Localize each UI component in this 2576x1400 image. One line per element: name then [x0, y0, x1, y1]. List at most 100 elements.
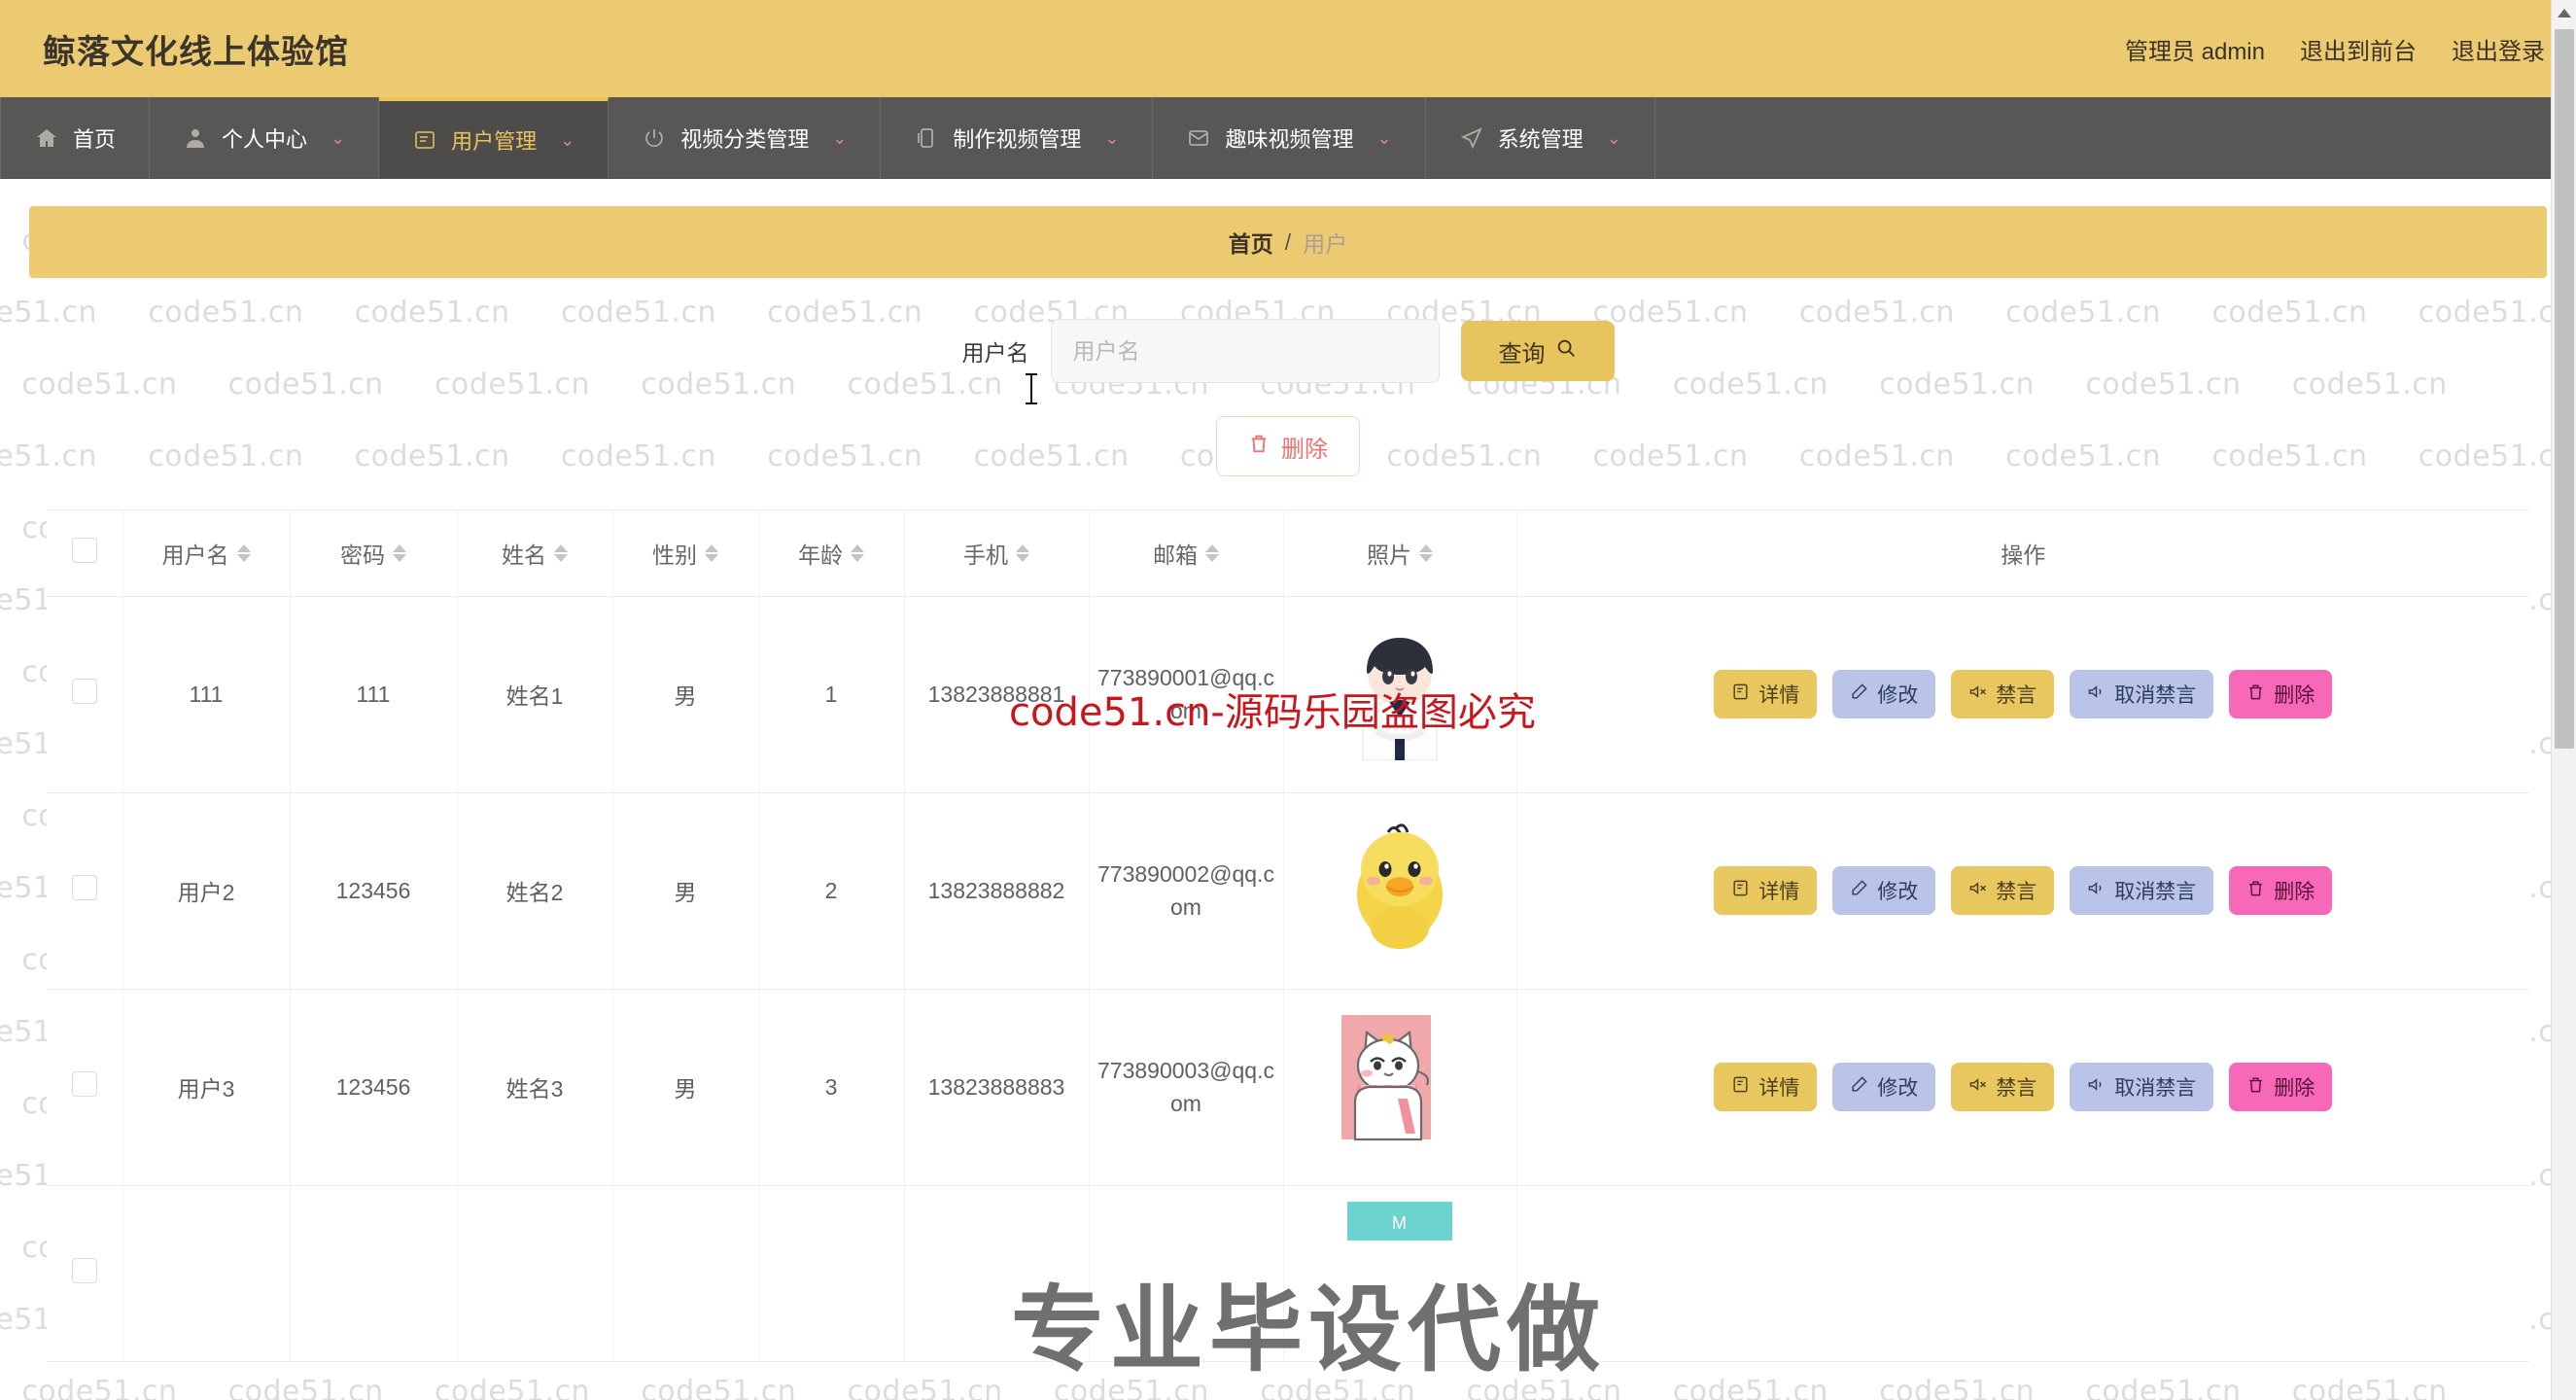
cell-actions: 详情 修改 禁言 取消禁言 删除: [1516, 596, 2529, 793]
main-navigation: 首页 个人中心 ⌄ 用户管理 ⌄ 视频分类管理 ⌄ 制作视频管理 ⌄ 趣味视频管理 ⌄ 系统管理 ⌄: [0, 97, 2576, 179]
scroll-up-button[interactable]: [2552, 0, 2576, 25]
scrollbar-thumb[interactable]: [2555, 29, 2574, 749]
table-body: 111 111 姓名1 男 1 13823888881 773890001@qq.com 详情…: [47, 596, 2529, 1362]
table-header-password[interactable]: 密码: [290, 510, 458, 597]
bulk-delete-button[interactable]: 删除: [1216, 416, 1360, 476]
cell-value: 姓名2: [505, 880, 564, 905]
search-input[interactable]: [1050, 319, 1440, 383]
nav-item-2[interactable]: 用户管理 ⌄: [379, 97, 609, 178]
detail-label: 详情: [1758, 684, 1800, 707]
table-header-age[interactable]: 年龄: [758, 510, 905, 597]
table-header-label: 用户名: [161, 542, 229, 568]
unmute-button[interactable]: 取消禁言: [2070, 670, 2214, 718]
cell-photo[interactable]: [1283, 792, 1517, 990]
detail-button[interactable]: 详情: [1714, 670, 1818, 718]
cell-value: 123456: [335, 877, 411, 903]
sort-arrows-icon[interactable]: [1419, 543, 1433, 562]
chevron-down-icon: ⌄: [1606, 127, 1621, 148]
detail-button[interactable]: 详情: [1714, 866, 1818, 915]
cell-value: 123456: [335, 1073, 411, 1100]
table-header-gender[interactable]: 性别: [612, 510, 759, 597]
query-button[interactable]: 查询: [1460, 321, 1615, 381]
delete-button[interactable]: 删除: [2229, 670, 2333, 718]
table-header-name[interactable]: 姓名: [457, 510, 613, 597]
unmute-button[interactable]: 取消禁言: [2070, 866, 2214, 915]
user-avatar[interactable]: M: [1341, 1201, 1458, 1340]
user-avatar[interactable]: [1341, 819, 1458, 957]
row-checkbox-cell: [47, 1185, 123, 1362]
detail-label: 详情: [1758, 1077, 1800, 1100]
sort-arrows-icon[interactable]: [1205, 543, 1219, 562]
table-header-username[interactable]: 用户名: [122, 510, 291, 597]
edit-button[interactable]: 修改: [1832, 670, 1936, 718]
user-avatar[interactable]: [1341, 622, 1458, 760]
nav-item-6[interactable]: 系统管理 ⌄: [1426, 97, 1655, 178]
user-table-container: 用户名 密码 姓名 性别 年龄 手机 邮箱 照片 操作 111 111 姓名1 男 1 138238888…: [47, 509, 2529, 1362]
nav-item-5[interactable]: 趣味视频管理 ⌄: [1153, 97, 1426, 178]
nav-item-label: 个人中心: [222, 126, 308, 152]
row-checkbox[interactable]: [71, 1257, 97, 1283]
sort-arrows-icon[interactable]: [705, 543, 718, 562]
row-checkbox-cell: [47, 792, 123, 990]
select-all-checkbox[interactable]: [71, 537, 97, 563]
cell-photo[interactable]: [1283, 596, 1517, 793]
sort-arrows-icon[interactable]: [1016, 543, 1029, 562]
mute-button[interactable]: 禁言: [1951, 1063, 2055, 1111]
envelope-icon: [1186, 125, 1211, 151]
cell-photo[interactable]: [1283, 989, 1517, 1186]
nav-item-4[interactable]: 制作视频管理 ⌄: [881, 97, 1154, 178]
detail-button[interactable]: 详情: [1714, 1063, 1818, 1111]
cell-value: 用户2: [177, 880, 235, 905]
trash-icon: [1248, 433, 1270, 461]
nav-item-0[interactable]: 首页: [0, 97, 151, 178]
delete-button[interactable]: 删除: [2229, 866, 2333, 915]
page-scrollbar[interactable]: [2551, 0, 2576, 1400]
sort-arrows-icon[interactable]: [236, 543, 251, 562]
search-bar: 用户名 查询: [0, 319, 2576, 383]
breadcrumb-home[interactable]: 首页: [1229, 226, 1273, 259]
nav-item-1[interactable]: 个人中心 ⌄: [150, 97, 380, 178]
unmute-button[interactable]: 取消禁言: [2070, 1063, 2214, 1111]
mute-button[interactable]: 禁言: [1951, 670, 2055, 718]
user-avatar[interactable]: [1341, 1015, 1458, 1153]
row-checkbox[interactable]: [71, 875, 97, 900]
table-row: 111 111 姓名1 男 1 13823888881 773890001@qq.com 详情…: [47, 596, 2529, 793]
sort-arrows-icon[interactable]: [393, 543, 406, 562]
row-checkbox[interactable]: [71, 1071, 97, 1097]
table-header-email[interactable]: 邮箱: [1089, 510, 1284, 597]
text-cursor: [1026, 373, 1037, 404]
cell-value: 773890003@qq.com: [1097, 1057, 1274, 1117]
table-header-label: 性别: [652, 542, 697, 568]
svg-text:M: M: [1392, 1213, 1407, 1233]
paper-plane-icon: [1459, 125, 1484, 151]
cell-value: 1: [824, 681, 838, 707]
sort-arrows-icon[interactable]: [851, 543, 864, 562]
sort-arrows-icon[interactable]: [554, 543, 568, 562]
cell-phone: [904, 1185, 1090, 1362]
edit-button[interactable]: 修改: [1832, 866, 1936, 915]
cell-name: 姓名3: [457, 989, 613, 1186]
cell-age: 1: [758, 596, 905, 793]
table-header-phone[interactable]: 手机: [904, 510, 1090, 597]
table-row: M: [47, 1185, 2529, 1362]
unmute-icon: [2087, 1075, 2106, 1100]
cell-photo[interactable]: M: [1283, 1185, 1517, 1362]
watermark-tile: code51.cn: [0, 943, 21, 977]
watermark-tile: code51.cn: [2291, 1375, 2448, 1400]
cell-value: 13823888883: [927, 1073, 1065, 1100]
admin-label: 管理员 admin: [2124, 38, 2265, 65]
table-row: 用户3 123456 姓名3 男 3 13823888883 773890003@qq.co…: [47, 989, 2529, 1186]
exit-to-frontend-link[interactable]: 退出到前台: [2300, 32, 2417, 66]
table-header-photo[interactable]: 照片: [1283, 510, 1517, 597]
logout-link[interactable]: 退出登录: [2452, 32, 2545, 66]
edit-button[interactable]: 修改: [1832, 1063, 1936, 1111]
cell-name: [457, 1185, 613, 1362]
top-header: 鲸落文化线上体验馆 管理员 admin 退出到前台 退出登录: [0, 0, 2576, 97]
row-checkbox[interactable]: [71, 679, 97, 704]
power-icon: [642, 125, 667, 151]
nav-item-3[interactable]: 视频分类管理 ⌄: [609, 97, 882, 178]
mute-button[interactable]: 禁言: [1951, 866, 2055, 915]
watermark-tile: code51.cn: [0, 655, 21, 689]
delete-button[interactable]: 删除: [2229, 1063, 2333, 1111]
bulk-actions: 删除: [0, 416, 2576, 476]
